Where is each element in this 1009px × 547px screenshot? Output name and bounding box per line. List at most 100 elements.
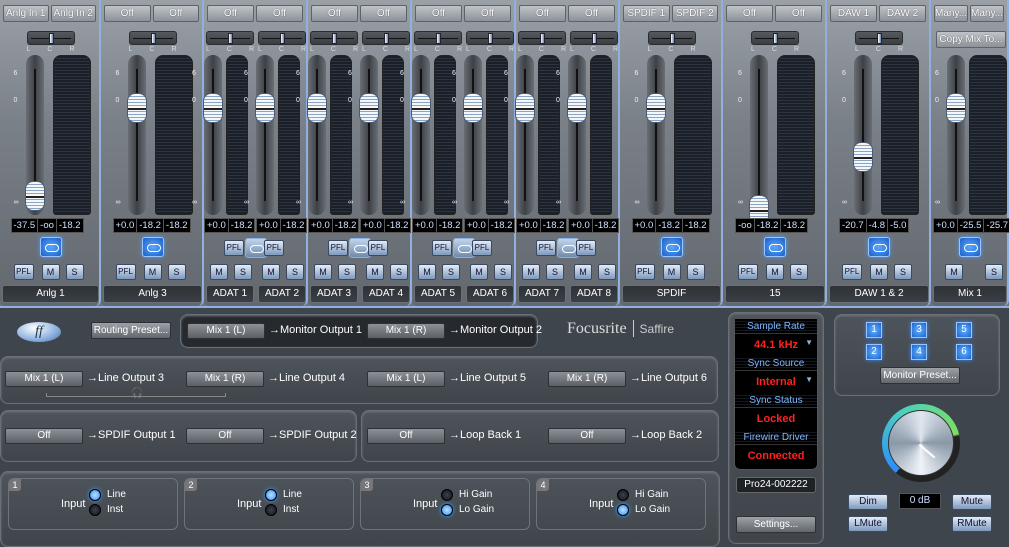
pfl-button[interactable]: PFL bbox=[224, 240, 244, 256]
pfl-button[interactable]: PFL bbox=[115, 264, 136, 280]
pan-handle[interactable] bbox=[332, 33, 337, 44]
stereo-link-button[interactable] bbox=[959, 237, 981, 257]
volume-fader[interactable] bbox=[307, 55, 327, 215]
pfl-button[interactable]: PFL bbox=[842, 264, 862, 280]
input-mode-radio[interactable] bbox=[265, 504, 277, 516]
volume-fader[interactable] bbox=[515, 55, 535, 215]
fader-handle[interactable] bbox=[359, 93, 379, 123]
monitor-output-button-5[interactable]: 5 bbox=[956, 322, 972, 338]
volume-fader[interactable] bbox=[946, 55, 966, 215]
pfl-button[interactable]: PFL bbox=[328, 240, 348, 256]
s-button[interactable]: S bbox=[234, 264, 252, 280]
loopback-2-source[interactable]: Off bbox=[548, 428, 626, 444]
routing-preset-button[interactable]: Routing Preset... bbox=[91, 322, 171, 339]
lmute-button[interactable]: LMute bbox=[848, 516, 888, 532]
fader-handle[interactable] bbox=[515, 93, 535, 123]
pan-slider[interactable] bbox=[570, 31, 618, 45]
pan-handle[interactable] bbox=[488, 33, 493, 44]
volume-fader[interactable] bbox=[411, 55, 431, 215]
line-output-3-source[interactable]: Mix 1 (L) bbox=[5, 371, 83, 387]
spdif-output-1-source[interactable]: Off bbox=[5, 428, 83, 444]
pfl-button[interactable]: PFL bbox=[264, 240, 284, 256]
monitor-output-button-3[interactable]: 3 bbox=[911, 322, 927, 338]
pan-handle[interactable] bbox=[669, 33, 675, 44]
m-button[interactable]: M bbox=[574, 264, 592, 280]
input-mode-radio[interactable] bbox=[617, 504, 629, 516]
monitor-output-button-6[interactable]: 6 bbox=[956, 344, 972, 360]
line-output-5-source[interactable]: Mix 1 (L) bbox=[367, 371, 445, 387]
pan-slider[interactable] bbox=[518, 31, 566, 45]
fader-handle[interactable] bbox=[946, 93, 966, 123]
pan-handle[interactable] bbox=[592, 33, 597, 44]
mute-button[interactable]: Mute bbox=[952, 494, 992, 510]
pan-handle[interactable] bbox=[436, 33, 441, 44]
pan-handle[interactable] bbox=[280, 33, 285, 44]
m-button[interactable]: M bbox=[766, 264, 784, 280]
pan-slider[interactable] bbox=[855, 31, 903, 45]
sample-rate-dropdown[interactable]: 44.1 kHz ▼ bbox=[735, 334, 817, 356]
s-button[interactable]: S bbox=[790, 264, 808, 280]
pan-handle[interactable] bbox=[228, 33, 233, 44]
pfl-button[interactable]: PFL bbox=[13, 264, 34, 280]
pan-handle[interactable] bbox=[773, 33, 778, 44]
stereo-link-button[interactable] bbox=[141, 237, 164, 257]
monitor-output-1-source[interactable]: Mix 1 (L) bbox=[187, 323, 265, 339]
monitor-output-button-4[interactable]: 4 bbox=[911, 344, 927, 360]
m-button[interactable]: M bbox=[522, 264, 540, 280]
m-button[interactable]: M bbox=[870, 264, 888, 280]
pan-handle[interactable] bbox=[540, 33, 545, 44]
pan-handle[interactable] bbox=[48, 33, 54, 44]
input-mode-radio[interactable] bbox=[89, 489, 101, 501]
stereo-link-button[interactable] bbox=[39, 237, 62, 257]
line-output-6-source[interactable]: Mix 1 (R) bbox=[548, 371, 626, 387]
fader-handle[interactable] bbox=[463, 93, 483, 123]
s-button[interactable]: S bbox=[338, 264, 356, 280]
fader-handle[interactable] bbox=[203, 93, 223, 123]
loopback-1-source[interactable]: Off bbox=[367, 428, 445, 444]
input-mode-radio[interactable] bbox=[441, 504, 453, 516]
m-button[interactable]: M bbox=[945, 264, 963, 280]
s-button[interactable]: S bbox=[546, 264, 564, 280]
pan-slider[interactable] bbox=[258, 31, 306, 45]
volume-fader[interactable] bbox=[645, 55, 666, 215]
pan-handle[interactable] bbox=[877, 33, 882, 44]
pan-slider[interactable] bbox=[26, 31, 75, 45]
pan-slider[interactable] bbox=[414, 31, 462, 45]
m-button[interactable]: M bbox=[662, 264, 681, 280]
s-button[interactable]: S bbox=[985, 264, 1003, 280]
volume-fader[interactable] bbox=[24, 55, 45, 215]
settings-button[interactable]: Settings... bbox=[736, 516, 816, 533]
volume-fader[interactable] bbox=[853, 55, 873, 215]
stereo-link-button[interactable] bbox=[660, 237, 683, 257]
pfl-button[interactable]: PFL bbox=[738, 264, 758, 280]
m-button[interactable]: M bbox=[262, 264, 280, 280]
pfl-button[interactable]: PFL bbox=[536, 240, 556, 256]
s-button[interactable]: S bbox=[65, 264, 84, 280]
s-button[interactable]: S bbox=[442, 264, 460, 280]
sync-source-dropdown[interactable]: Internal ▼ bbox=[735, 371, 817, 393]
fader-handle[interactable] bbox=[645, 93, 666, 123]
volume-fader[interactable] bbox=[126, 55, 147, 215]
pan-slider[interactable] bbox=[310, 31, 358, 45]
fader-handle[interactable] bbox=[126, 93, 147, 123]
volume-fader[interactable] bbox=[567, 55, 587, 215]
m-button[interactable]: M bbox=[210, 264, 228, 280]
s-button[interactable]: S bbox=[686, 264, 705, 280]
pan-slider[interactable] bbox=[206, 31, 254, 45]
input-mode-radio[interactable] bbox=[265, 489, 277, 501]
monitor-output-button-2[interactable]: 2 bbox=[866, 344, 882, 360]
stereo-link-button[interactable] bbox=[764, 237, 786, 257]
pan-handle[interactable] bbox=[384, 33, 389, 44]
pfl-button[interactable]: PFL bbox=[576, 240, 596, 256]
volume-fader[interactable] bbox=[255, 55, 275, 215]
fader-handle[interactable] bbox=[853, 141, 873, 172]
pan-slider[interactable] bbox=[128, 31, 177, 45]
spdif-output-2-source[interactable]: Off bbox=[186, 428, 264, 444]
volume-fader[interactable] bbox=[463, 55, 483, 215]
s-button[interactable]: S bbox=[598, 264, 616, 280]
m-button[interactable]: M bbox=[470, 264, 488, 280]
line-output-4-source[interactable]: Mix 1 (R) bbox=[186, 371, 264, 387]
input-mode-radio[interactable] bbox=[89, 504, 101, 516]
volume-fader[interactable] bbox=[359, 55, 379, 215]
m-button[interactable]: M bbox=[366, 264, 384, 280]
